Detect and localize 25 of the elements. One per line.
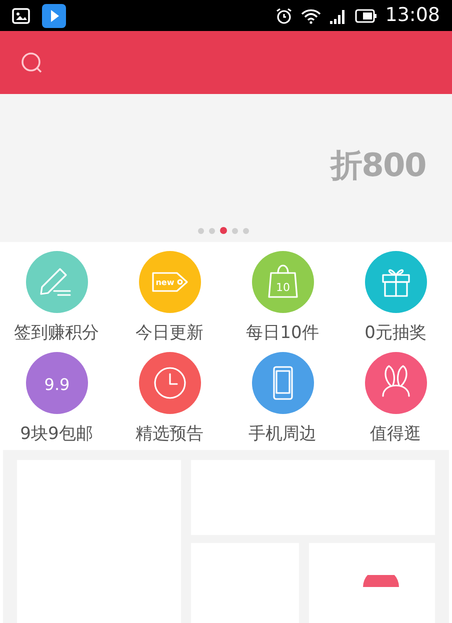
category-label[interactable]: 值得逛 xyxy=(370,422,421,446)
phone-icon[interactable] xyxy=(252,352,314,414)
clock-icon[interactable] xyxy=(138,352,200,414)
category-label[interactable]: 0元抽奖 xyxy=(364,321,426,345)
category-label[interactable]: 签到赚积分 xyxy=(14,321,99,345)
gift-icon[interactable] xyxy=(364,251,426,313)
picture-icon xyxy=(12,8,30,24)
number-icon[interactable]: 9.9 xyxy=(26,352,88,414)
category-label[interactable]: 9块9包邮 xyxy=(20,422,93,446)
battery-icon xyxy=(355,8,378,22)
banner-logo: 折800 xyxy=(330,144,426,186)
category-label[interactable]: 每日10件 xyxy=(246,321,319,345)
alarm-icon xyxy=(275,6,294,24)
category-label[interactable]: 精选预告 xyxy=(136,422,204,446)
category-label[interactable]: 今日更新 xyxy=(136,321,204,345)
category-label[interactable]: 手机周边 xyxy=(248,422,316,446)
wifi-icon xyxy=(301,8,322,24)
signal-icon xyxy=(329,8,348,24)
promo-card[interactable] xyxy=(309,543,435,623)
search-icon[interactable] xyxy=(20,50,44,74)
bunny-ears-icon[interactable] xyxy=(364,352,426,414)
floating-button-icon[interactable] xyxy=(363,575,399,587)
play-icon[interactable] xyxy=(42,4,66,28)
pencil-icon[interactable] xyxy=(26,251,88,313)
clock-time: 13:08 xyxy=(385,3,440,28)
